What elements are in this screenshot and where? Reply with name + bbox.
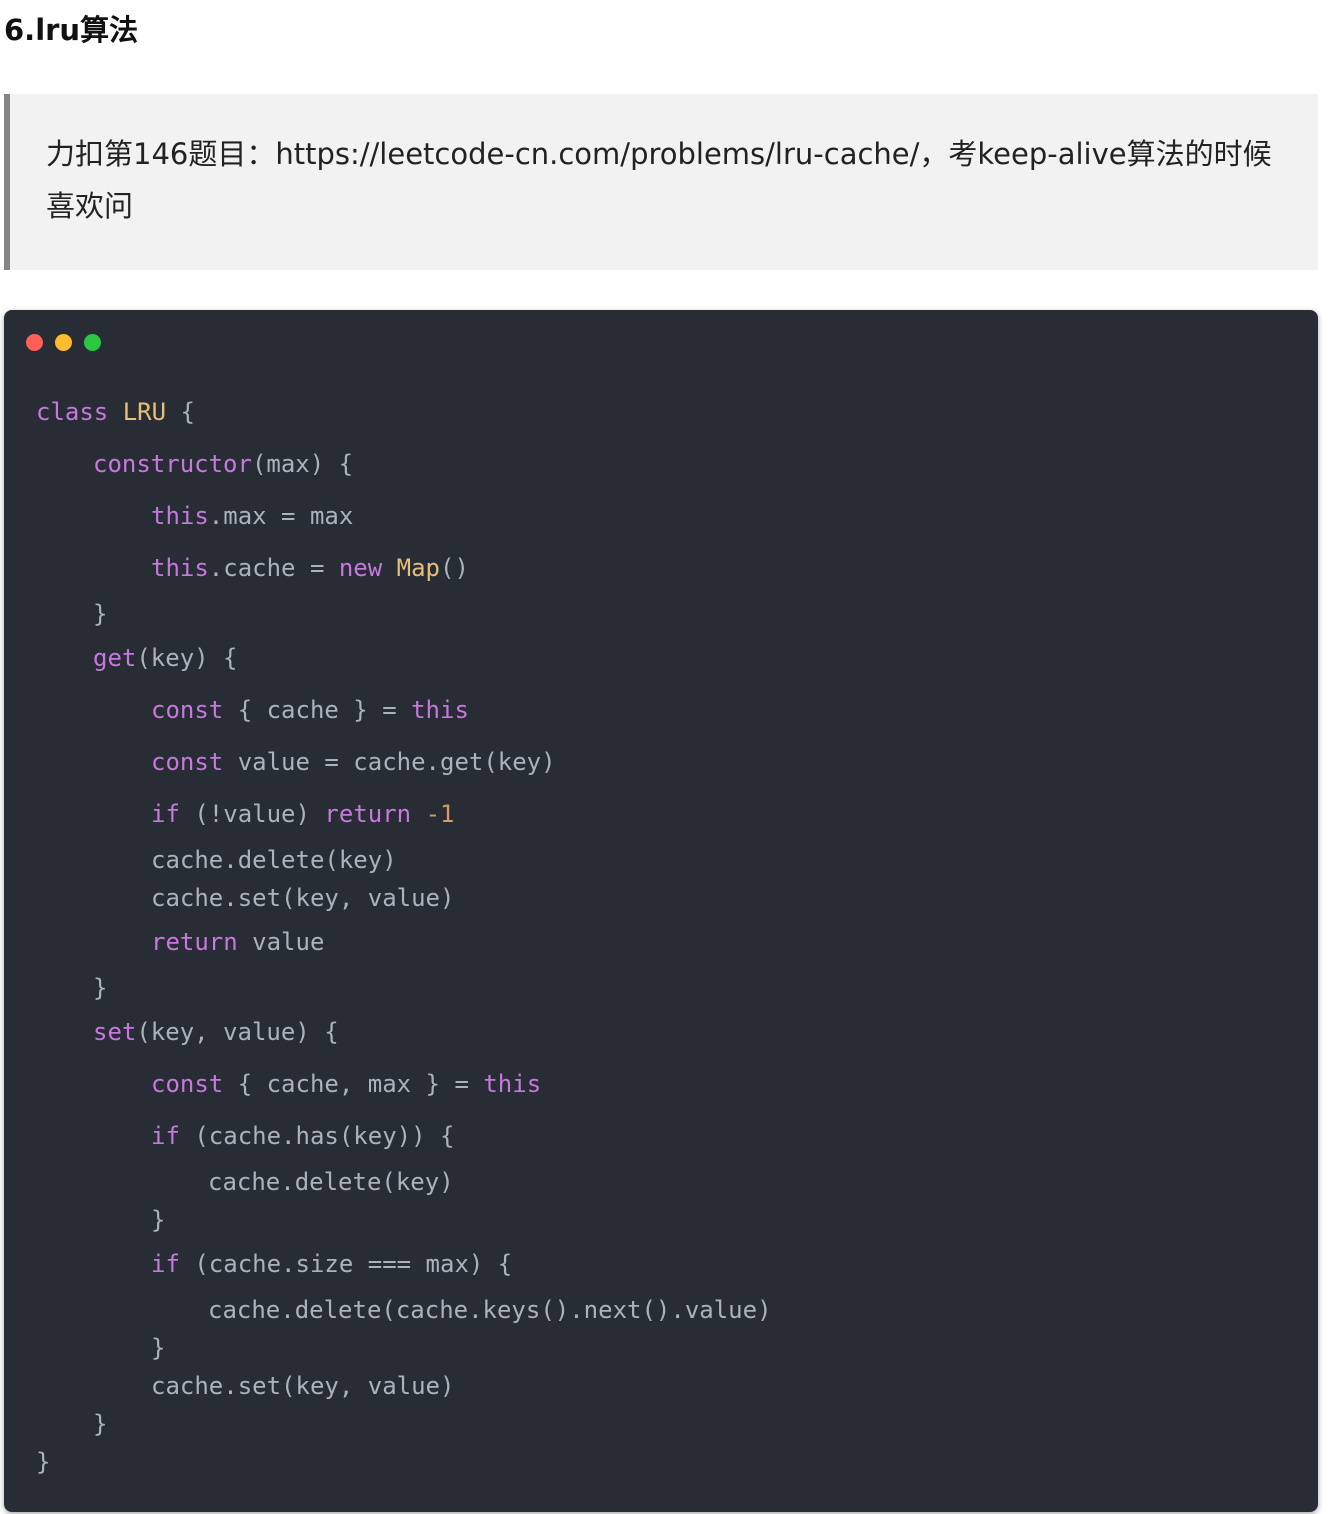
code-token: -1 — [425, 800, 455, 828]
code-token: constructor — [93, 450, 252, 478]
code-token: new — [338, 554, 383, 582]
code-line: if (cache.size === max) { — [151, 1244, 512, 1284]
code-line: } — [151, 1200, 165, 1240]
code-line: this.cache = new Map() — [151, 548, 469, 588]
code-token: { cache } = — [223, 696, 412, 724]
code-line: cache.set(key, value) — [151, 1366, 454, 1406]
code-block: class LRU {constructor(max) {this.max = … — [4, 310, 1318, 1512]
code-token: this — [151, 502, 209, 530]
code-token: () — [440, 554, 469, 582]
code-line: const { cache } = this — [151, 690, 469, 730]
window-minimize-dot-icon — [55, 334, 72, 351]
code-token: this — [411, 696, 469, 724]
code-line: } — [93, 1404, 107, 1444]
code-token: } — [151, 1334, 166, 1362]
code-line: const value = cache.get(key) — [151, 742, 556, 782]
code-line: return value — [151, 922, 324, 962]
code-token: { cache, max } = — [223, 1070, 484, 1098]
section-heading: 6.lru算法 — [4, 13, 139, 47]
code-token: return — [324, 800, 412, 828]
blockquote-text: 力扣第146题目：https://leetcode-cn.com/problem… — [46, 137, 1272, 223]
code-token: (cache.size === max) { — [179, 1250, 513, 1278]
code-line: constructor(max) { — [93, 444, 353, 484]
code-line: set(key, value) { — [93, 1012, 339, 1052]
code-token: (key) { — [136, 644, 238, 672]
window-maximize-dot-icon — [84, 334, 101, 351]
code-line: cache.delete(key) — [208, 1162, 454, 1202]
code-token: } — [36, 1448, 51, 1476]
code-token: const — [151, 696, 224, 724]
code-line: if (!value) return -1 — [151, 794, 454, 834]
code-line: cache.delete(key) — [151, 840, 397, 880]
code-token: } — [151, 1206, 166, 1234]
code-token: Map — [396, 554, 441, 582]
code-line: if (cache.has(key)) { — [151, 1116, 454, 1156]
code-token: this — [151, 554, 209, 582]
code-line: } — [93, 594, 107, 634]
code-line: } — [151, 1328, 165, 1368]
code-token: const — [151, 1070, 224, 1098]
code-token: .max = max — [208, 502, 354, 530]
code-token: set — [93, 1018, 137, 1046]
code-token: } — [93, 600, 108, 628]
code-line: cache.set(key, value) — [151, 878, 454, 918]
code-token: cache.set(key, value) — [151, 1372, 455, 1400]
code-token: { — [166, 398, 195, 426]
code-token: (!value) — [179, 800, 325, 828]
code-token: cache.set(key, value) — [151, 884, 455, 912]
code-token: } — [93, 1410, 108, 1438]
code-token: if — [151, 1122, 180, 1150]
code-line: cache.delete(cache.keys().next().value) — [208, 1290, 772, 1330]
code-line: const { cache, max } = this — [151, 1064, 541, 1104]
code-token: value — [237, 928, 325, 956]
code-token: (cache.has(key)) { — [179, 1122, 455, 1150]
code-line: } — [36, 1442, 50, 1482]
code-token: cache.delete(key) — [208, 1168, 454, 1196]
code-token: class — [36, 398, 109, 426]
code-token: cache.delete(cache.keys().next().value) — [208, 1296, 772, 1324]
code-token: if — [151, 800, 180, 828]
code-token: this — [483, 1070, 542, 1098]
code-token: return — [151, 928, 238, 956]
code-token: .cache = — [208, 554, 339, 582]
code-token: if — [151, 1250, 180, 1278]
code-token: value = cache.get(key) — [223, 748, 556, 776]
window-close-dot-icon — [26, 334, 43, 351]
code-line: this.max = max — [151, 496, 353, 536]
code-token: LRU — [122, 398, 167, 426]
code-token: cache.delete(key) — [151, 846, 397, 874]
code-token: (max) { — [251, 450, 354, 478]
code-token: get — [93, 644, 137, 672]
code-token: } — [93, 974, 108, 1002]
code-line: } — [93, 968, 107, 1008]
code-line: get(key) { — [93, 638, 238, 678]
code-line: class LRU { — [36, 392, 195, 432]
code-token: (key, value) { — [136, 1018, 339, 1046]
code-token: const — [151, 748, 224, 776]
